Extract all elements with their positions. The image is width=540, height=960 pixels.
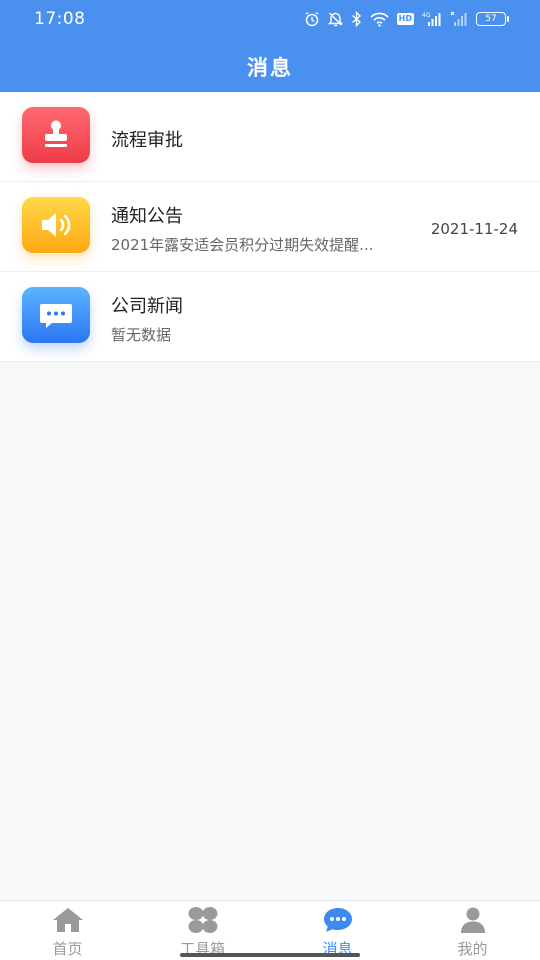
message-date: 2021-11-24 xyxy=(430,220,518,238)
list-item-news[interactable]: 公司新闻 暂无数据 xyxy=(0,272,540,362)
svg-text:4G: 4G xyxy=(422,12,431,19)
speaker-icon xyxy=(42,213,71,237)
signal-empty-icon xyxy=(450,11,467,26)
toolbox-icon xyxy=(188,907,217,933)
alarm-icon xyxy=(305,11,319,27)
bottom-tab-bar: 首页 工具箱 消息 我的 xyxy=(0,900,540,960)
status-time: 17:08 xyxy=(34,9,86,29)
wifi-icon xyxy=(370,12,389,27)
battery-icon: 57 xyxy=(476,12,509,26)
mute-bell-icon xyxy=(327,12,343,27)
approval-icon-tile xyxy=(22,107,90,163)
bluetooth-icon xyxy=(351,11,361,27)
message-title: 公司新闻 xyxy=(111,296,183,317)
tab-profile[interactable]: 我的 xyxy=(405,901,540,960)
chat-bubble-icon xyxy=(40,304,72,328)
message-preview: 暂无数据 xyxy=(111,326,172,344)
tab-label: 首页 xyxy=(52,940,83,958)
message-title: 流程审批 xyxy=(111,130,183,151)
message-preview: 2021年露安适会员积分过期失效提醒... xyxy=(111,236,374,254)
page-title: 消息 xyxy=(247,56,293,80)
message-icon xyxy=(323,908,352,932)
status-icons: HD 4G 57 xyxy=(304,9,509,29)
message-list: 流程审批 通知公告 2021年露安适会员积分过期失效提醒... 2021-11-… xyxy=(0,92,540,362)
list-item-approval[interactable]: 流程审批 xyxy=(0,92,540,182)
home-icon xyxy=(52,908,83,932)
message-title: 通知公告 xyxy=(111,206,183,227)
list-item-notice[interactable]: 通知公告 2021年露安适会员积分过期失效提醒... 2021-11-24 xyxy=(0,182,540,272)
tab-messages[interactable]: 消息 xyxy=(270,901,405,960)
stamp-icon xyxy=(45,120,67,147)
message-screen: 17:08 HD 4G 57 消息 流程审批 通知公告 2021年露安适会员积分… xyxy=(0,0,540,960)
header: 消息 xyxy=(0,40,540,92)
home-indicator xyxy=(180,953,360,957)
tab-label: 我的 xyxy=(457,940,488,958)
notice-icon-tile xyxy=(22,197,90,253)
signal-icon: 4G xyxy=(422,12,441,26)
status-bar: 17:08 HD 4G 57 xyxy=(0,0,540,40)
person-icon xyxy=(460,907,485,933)
tab-home[interactable]: 首页 xyxy=(0,901,135,960)
news-icon-tile xyxy=(22,287,90,343)
hd-badge: HD xyxy=(396,13,414,25)
tab-toolbox[interactable]: 工具箱 xyxy=(135,901,270,960)
